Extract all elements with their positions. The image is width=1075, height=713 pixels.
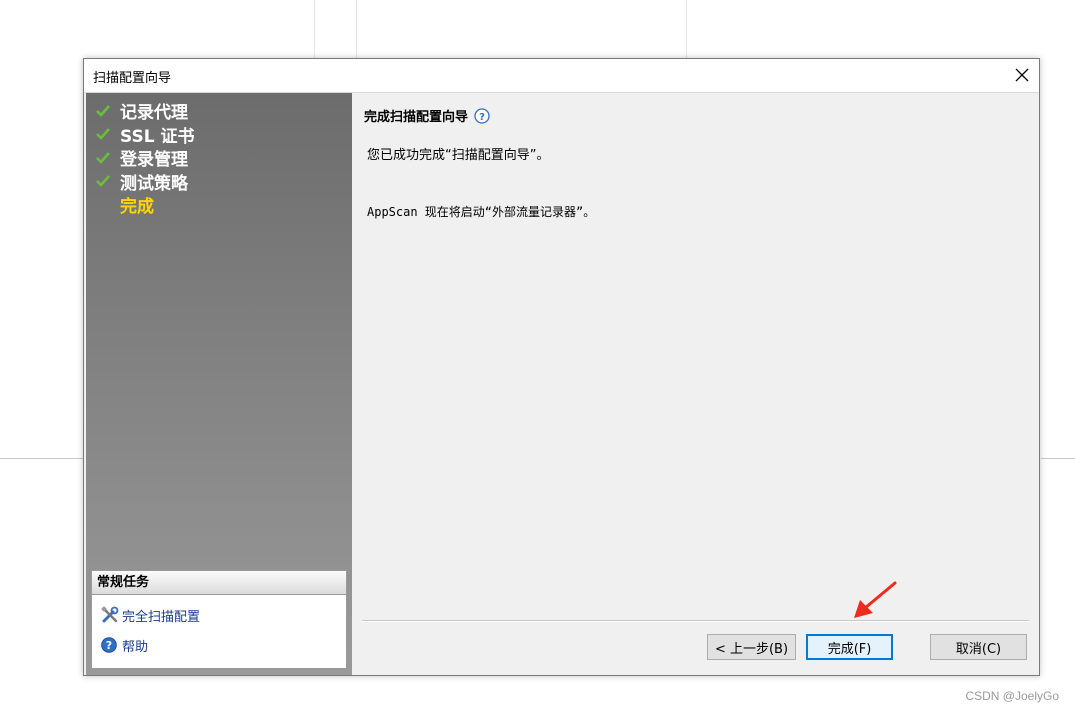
step-item-ssl-certificate: SSL 证书	[96, 123, 194, 147]
watermark: CSDN @JoelyGo	[965, 689, 1059, 703]
back-button[interactable]: < 上一步(B)	[707, 634, 796, 660]
finish-button[interactable]: 完成(F)	[806, 634, 893, 660]
common-tasks-panel: 常规任务 完全扫描配置 ? 帮助	[91, 570, 347, 669]
button-separator	[362, 620, 1029, 622]
help-question-icon[interactable]: ?	[474, 107, 490, 124]
step-item-login-management: 登录管理	[96, 146, 194, 170]
dialog-title: 扫描配置向导	[93, 71, 172, 86]
cancel-button[interactable]: 取消(C)	[930, 634, 1027, 660]
checkmark-icon	[96, 172, 120, 190]
wizard-steps-panel: 记录代理 SSL 证书 登录管理 测试策略 完成 常规任务 完全扫描配置 ? 帮…	[86, 93, 352, 675]
svg-text:?: ?	[479, 112, 485, 123]
task-label: 完全扫描配置	[122, 609, 201, 625]
step-label: SSL 证书	[120, 126, 195, 147]
common-tasks-header: 常规任务	[92, 571, 346, 595]
title-bar: 扫描配置向导	[84, 59, 1039, 93]
svg-text:?: ?	[106, 639, 112, 652]
full-scan-config-link[interactable]: 完全扫描配置	[101, 605, 200, 625]
tools-icon	[101, 605, 122, 625]
checkmark-icon	[96, 102, 120, 120]
page-heading: 完成扫描配置向导 ?	[364, 106, 490, 125]
step-label-current: 完成	[120, 197, 154, 218]
help-icon: ?	[101, 635, 122, 655]
step-label: 登录管理	[120, 150, 188, 171]
launch-message: AppScan 现在将启动“外部流量记录器”。	[367, 205, 596, 219]
close-icon	[1015, 68, 1029, 82]
background-line	[0, 458, 83, 459]
step-label: 测试策略	[120, 173, 188, 194]
page-title: 完成扫描配置向导	[364, 110, 469, 125]
close-button[interactable]	[1005, 59, 1039, 91]
steps-list: 记录代理 SSL 证书 登录管理 测试策略 完成	[96, 99, 194, 217]
step-item-record-proxy: 记录代理	[96, 99, 194, 123]
step-item-test-policy: 测试策略	[96, 170, 194, 194]
annotation-arrow	[854, 581, 897, 618]
background-line	[356, 0, 357, 58]
task-label: 帮助	[122, 639, 149, 655]
background-line	[686, 0, 687, 58]
help-link[interactable]: ? 帮助	[101, 635, 148, 655]
checkmark-icon	[96, 149, 120, 167]
step-item-complete: 完成	[96, 193, 194, 217]
success-message: 您已成功完成“扫描配置向导”。	[367, 148, 550, 163]
step-label: 记录代理	[120, 103, 188, 124]
background-line	[1041, 458, 1075, 459]
wizard-content: 完成扫描配置向导 ? 您已成功完成“扫描配置向导”。 AppScan 现在将启动…	[352, 93, 1039, 675]
background-line	[314, 0, 315, 58]
checkmark-icon	[96, 125, 120, 143]
